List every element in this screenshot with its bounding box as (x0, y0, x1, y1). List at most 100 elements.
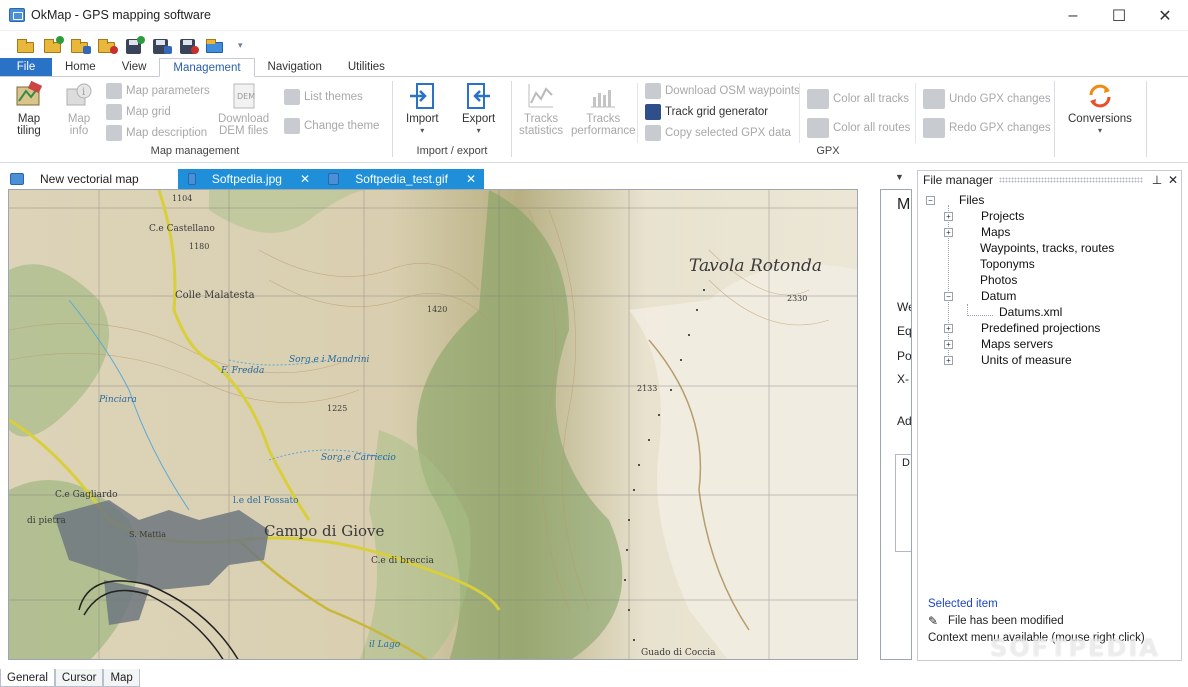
map-label: C.e di breccia (371, 556, 434, 566)
track-grid-generator-button[interactable]: Track grid generator (645, 104, 768, 120)
tab-cursor[interactable]: Cursor (54, 669, 104, 687)
folder-icon[interactable] (203, 34, 227, 56)
import-label: Import (406, 113, 439, 125)
tree-node-predefined-projections[interactable]: + Predefined projections (944, 321, 1100, 335)
tab-utilities[interactable]: Utilities (335, 58, 398, 76)
selected-item-label: Selected item (928, 598, 998, 610)
map-label: C.e Gagliardo (55, 490, 118, 500)
tree-node-units-of-measure[interactable]: + Units of measure (944, 353, 1072, 367)
map-parameters-button[interactable]: Map parameters (106, 83, 210, 99)
change-theme-button[interactable]: Change theme (284, 118, 379, 134)
save-all-icon[interactable] (176, 34, 200, 56)
map-tiling-button[interactable]: Map tiling (14, 80, 44, 137)
map-description-button[interactable]: Map description (106, 125, 207, 141)
map-tiling-label: Map tiling (17, 113, 41, 137)
download-osm-button[interactable]: Download OSM waypoints (645, 83, 800, 99)
open-folder-remove-icon[interactable] (95, 34, 119, 56)
save-as-icon[interactable] (149, 34, 173, 56)
tab-home[interactable]: Home (52, 58, 109, 76)
import-button[interactable]: Import ▾ (406, 81, 439, 137)
softpedia-watermark: SOFTPEDIA (990, 634, 1160, 662)
doc-tab-softpedia-jpg[interactable]: Softpedia.jpg ✕ (178, 169, 318, 189)
window-title: OkMap - GPS mapping software (31, 8, 211, 22)
info-line: Eq (897, 324, 912, 338)
tab-general[interactable]: General (0, 669, 55, 687)
copy-gpx-button[interactable]: Copy selected GPX data (645, 125, 791, 141)
svg-text:i: i (82, 87, 85, 98)
copy-gpx-icon (645, 125, 661, 141)
map-document-icon (328, 173, 340, 185)
tracks-performance-button[interactable]: Tracks performance (571, 81, 636, 137)
app-icon (9, 8, 25, 22)
tab-navigation[interactable]: Navigation (255, 58, 335, 76)
tree-node-waypoints[interactable]: Waypoints, tracks, routes (980, 241, 1114, 255)
map-view[interactable]: Tavola Rotonda Campo di Giove C.e Castel… (8, 189, 858, 660)
map-label: Pinciara (99, 395, 137, 405)
redo-gpx-button[interactable]: Redo GPX changes (923, 118, 1051, 138)
info-line: Ad (897, 414, 912, 428)
export-icon (464, 81, 494, 111)
tab-list-dropdown-icon[interactable]: ▼ (895, 172, 904, 182)
map-label: il Lago (369, 640, 401, 650)
tree-node-files[interactable]: − Files (926, 193, 984, 207)
open-folder-icon[interactable] (14, 34, 38, 56)
tab-file[interactable]: File (0, 58, 52, 76)
map-label: Colle Malatesta (175, 290, 255, 301)
conversions-icon (1085, 81, 1115, 111)
close-tab-icon[interactable]: ✕ (300, 172, 310, 186)
file-manager-panel: File manager ⊥ ✕ − Files + Projects + Maps … (917, 170, 1182, 661)
download-dem-button[interactable]: DEM Download DEM files (218, 81, 269, 137)
map-info-button[interactable]: i Map info (64, 81, 94, 137)
map-label: F. Fredda (221, 366, 265, 376)
tab-management[interactable]: Management (159, 58, 255, 77)
drag-grip[interactable] (999, 177, 1143, 183)
export-button[interactable]: Export ▾ (462, 81, 495, 137)
download-osm-icon (645, 83, 661, 99)
open-folder-add-icon[interactable] (68, 34, 92, 56)
tracks-statistics-icon (526, 81, 556, 111)
map-label: C.e Castellano (149, 224, 215, 234)
gpx-inner-separator (915, 83, 916, 143)
customize-qat-dropdown[interactable]: ▾ (238, 40, 243, 51)
color-all-tracks-button[interactable]: Color all tracks (807, 89, 909, 109)
tree-node-toponyms[interactable]: Toponyms (980, 257, 1035, 271)
tracks-statistics-label: Tracks statistics (519, 113, 564, 137)
doc-tab-softpedia-test-gif[interactable]: Softpedia_test.gif ✕ (318, 169, 484, 189)
map-label: di pietra (27, 516, 66, 526)
tree-node-datums-xml[interactable]: Datums.xml (999, 305, 1062, 319)
color-tracks-icon (807, 89, 829, 109)
ribbon-tab-row: File Home View Management Navigation Uti… (0, 58, 1188, 77)
tree-node-datum[interactable]: − Datum (944, 289, 1016, 303)
change-theme-icon (284, 118, 300, 134)
close-tab-icon[interactable]: ✕ (466, 172, 476, 186)
window-controls: – ☐ ✕ (1050, 0, 1188, 31)
tree-node-maps[interactable]: + Maps (944, 225, 1010, 239)
map-document-icon (188, 173, 196, 185)
group-gpx: Tracks statistics Tracks performance Dow… (513, 77, 1053, 161)
map-grid-button[interactable]: Map grid (106, 104, 171, 120)
tree-node-maps-servers[interactable]: + Maps servers (944, 337, 1053, 351)
close-button[interactable]: ✕ (1142, 0, 1188, 31)
tree-node-projects[interactable]: + Projects (944, 209, 1024, 223)
tab-view[interactable]: View (109, 58, 160, 76)
close-panel-icon[interactable]: ✕ (1165, 173, 1181, 187)
minimize-button[interactable]: – (1050, 0, 1096, 31)
maximize-button[interactable]: ☐ (1096, 0, 1142, 31)
map-label: Tavola Rotonda (689, 256, 823, 276)
tree-node-photos[interactable]: Photos (980, 273, 1017, 287)
tracks-statistics-button[interactable]: Tracks statistics (519, 81, 563, 137)
gpx-inner-separator (799, 83, 800, 143)
undo-gpx-button[interactable]: Undo GPX changes (923, 89, 1051, 109)
pin-icon[interactable]: ⊥ (1149, 173, 1165, 187)
modified-row: ✎ File has been modified (928, 614, 1064, 628)
doc-tab-new-vectorial-map[interactable]: New vectorial map (0, 169, 178, 189)
info-line: Po (897, 349, 912, 363)
color-all-routes-button[interactable]: Color all routes (807, 118, 910, 138)
list-themes-button[interactable]: List themes (284, 89, 363, 105)
file-manager-title: File manager (923, 173, 994, 187)
save-icon[interactable] (122, 34, 146, 56)
open-folder-icon[interactable] (41, 34, 65, 56)
map-elevation-label: 1104 (172, 194, 193, 203)
tab-map[interactable]: Map (103, 669, 140, 687)
conversions-button[interactable]: Conversions ▾ (1068, 81, 1132, 137)
